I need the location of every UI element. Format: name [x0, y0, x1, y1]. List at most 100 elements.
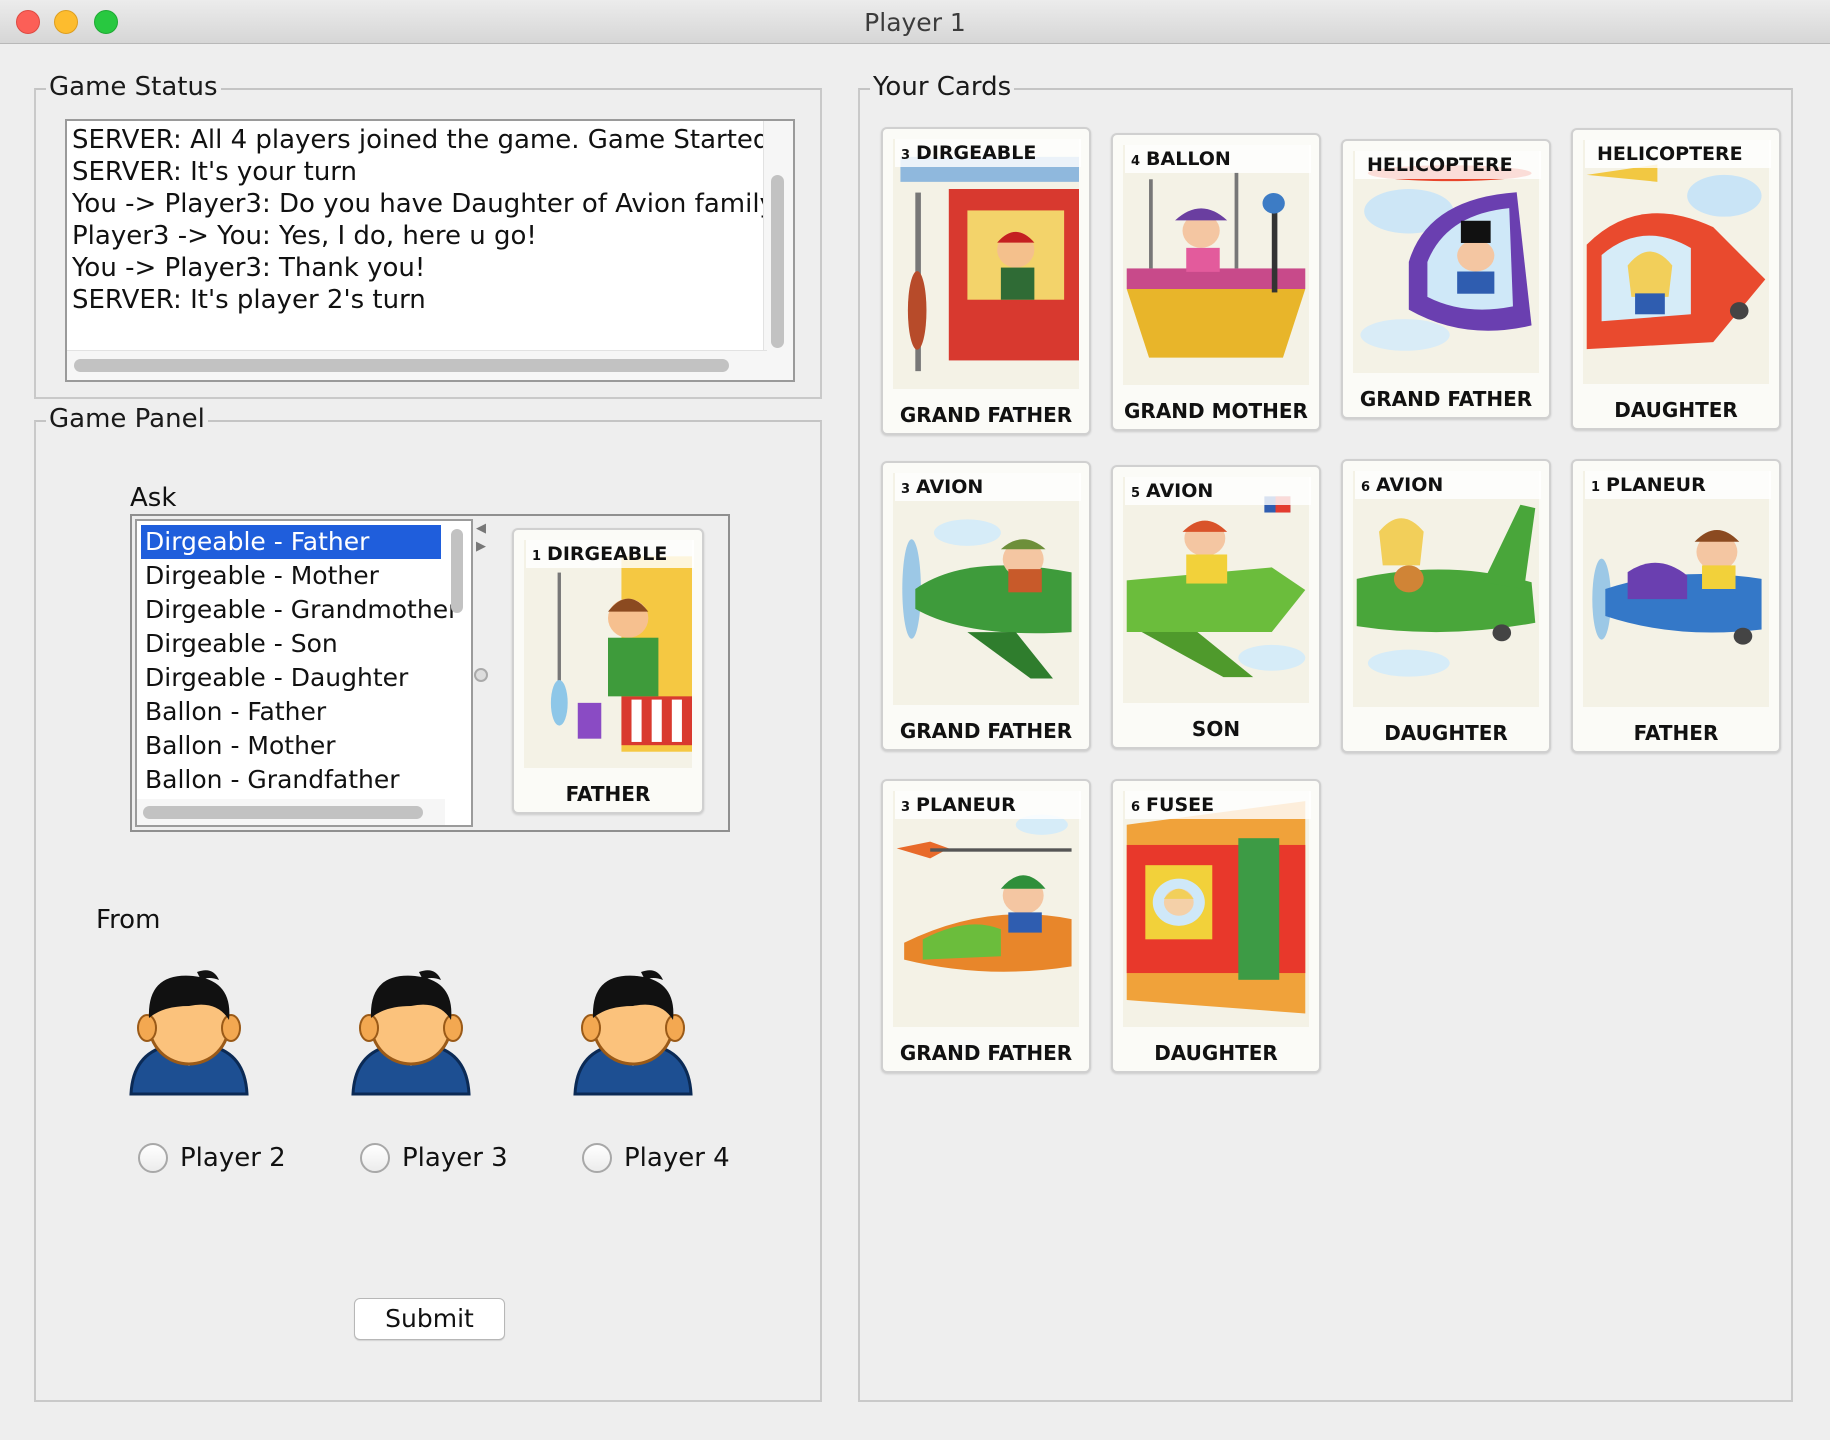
list-item[interactable]: Ballon - Grandfather [141, 763, 441, 797]
card-avion-son[interactable]: 5 AVION SON [1111, 465, 1321, 749]
status-line: SERVER: It's your turn [72, 157, 358, 187]
card-member-label: SON [1191, 717, 1241, 741]
card-planeur-father[interactable]: 1 PLANEUR FATHER [1571, 459, 1781, 753]
card-family-label: HELICOPTERE [1355, 151, 1541, 179]
card-family-label: 3 PLANEUR [895, 791, 1081, 819]
card-member-label: GRAND FATHER [899, 1041, 1073, 1065]
card-avion-grand-father[interactable]: 3 AVION GRAND FATHER [881, 461, 1091, 751]
card-member-label: FATHER [1633, 721, 1719, 745]
split-pane-divider-handle[interactable] [474, 668, 488, 682]
ask-list-items: Dirgeable - Father Dirgeable - Mother Di… [141, 525, 458, 797]
card-planeur-grand-father[interactable]: 3 PLANEUR GRAND FATHER [881, 779, 1091, 1073]
list-item[interactable]: Ballon - Father [141, 695, 441, 729]
ask-list-horizontal-scrollbar[interactable] [137, 799, 445, 825]
list-item[interactable]: Ballon - Mother [141, 729, 441, 763]
status-vertical-scroll-thumb[interactable] [771, 175, 784, 348]
card-family-label: 4 BALLON [1125, 145, 1311, 173]
card-member-label: DAUGHTER [1614, 398, 1738, 422]
card-family-label: 6 AVION [1355, 471, 1541, 499]
card-member-label: GRAND FATHER [899, 403, 1073, 427]
card-number: 1 [532, 549, 542, 564]
player-3-radio-label[interactable]: Player 3 [402, 1142, 508, 1174]
card-family: FUSEE [1146, 794, 1215, 816]
status-line: You -> Player3: Thank you! [72, 253, 426, 283]
card-family: HELICOPTERE [1367, 154, 1513, 176]
card-member-label: FATHER [565, 782, 651, 806]
card-number: 6 [1131, 800, 1141, 815]
card-number: 3 [901, 800, 911, 815]
card-dirgeable-grand-father[interactable]: 3 DIRGEABLE GRAND FATHER [881, 127, 1091, 435]
card-family: PLANEUR [1606, 474, 1706, 496]
player-4-radio-label[interactable]: Player 4 [624, 1142, 730, 1174]
card-number: 3 [901, 482, 911, 497]
card-illustration [524, 540, 692, 768]
player-2-radio[interactable] [138, 1143, 168, 1173]
card-number: 5 [1131, 486, 1141, 501]
game-panel-title: Game Panel [46, 402, 208, 436]
card-number: 1 [1591, 480, 1601, 495]
player-3-radio[interactable] [360, 1143, 390, 1173]
list-item[interactable]: Dirgeable - Son [141, 627, 441, 661]
card-illustration [1123, 145, 1309, 385]
card-family-label: 3 AVION [895, 473, 1081, 501]
list-item[interactable]: Dirgeable - Daughter [141, 661, 441, 695]
card-family-label: 1 PLANEUR [1585, 471, 1771, 499]
card-illustration [1583, 140, 1769, 384]
card-member-label: GRAND FATHER [899, 719, 1073, 743]
card-number: 6 [1361, 480, 1371, 495]
ask-list-horizontal-scroll-thumb[interactable] [143, 806, 423, 819]
card-number: 3 [901, 148, 911, 163]
card-family-label: 6 FUSEE [1125, 791, 1311, 819]
ask-label: Ask [130, 483, 177, 513]
card-illustration [1123, 477, 1309, 703]
game-status-title: Game Status [46, 70, 221, 104]
card-helicoptere-daughter[interactable]: HELICOPTERE DAUGHTER [1571, 128, 1781, 430]
status-line: SERVER: It's player 2's turn [72, 285, 426, 315]
card-ballon-grand-mother[interactable]: 4 BALLON GRAND MOTHER [1111, 133, 1321, 431]
status-line: SERVER: All 4 players joined the game. G… [72, 125, 770, 155]
status-horizontal-scroll-thumb[interactable] [74, 359, 729, 372]
title-bar: Player 1 [0, 0, 1830, 44]
card-illustration [1123, 791, 1309, 1027]
card-family-label: 3 DIRGEABLE [895, 139, 1081, 167]
card-illustration [1583, 471, 1769, 707]
card-illustration [893, 791, 1079, 1027]
ask-list-vertical-scroll-thumb[interactable] [451, 529, 463, 613]
card-family-label: HELICOPTERE [1585, 140, 1771, 168]
selected-card-preview: 1 DIRGEABLE FATHER [512, 528, 704, 814]
player-3-avatar-icon[interactable] [349, 966, 473, 1096]
card-family: AVION [1146, 480, 1214, 502]
card-family: AVION [916, 476, 984, 498]
list-item[interactable]: Dirgeable - Grandmother [141, 593, 458, 627]
player-2-radio-label[interactable]: Player 2 [180, 1142, 286, 1174]
list-item[interactable]: Dirgeable - Mother [141, 559, 441, 593]
status-line: You -> Player3: Do you have Daughter of … [72, 189, 789, 219]
list-item[interactable]: Dirgeable - Father [141, 525, 441, 559]
card-member-label: GRAND MOTHER [1124, 399, 1308, 423]
card-illustration [893, 473, 1079, 705]
status-vertical-scrollbar[interactable] [763, 121, 793, 380]
submit-button[interactable]: Submit [354, 1298, 505, 1340]
card-family-label: 1 DIRGEABLE [526, 540, 694, 568]
card-family: AVION [1376, 474, 1444, 496]
player-4-avatar-icon[interactable] [571, 966, 695, 1096]
card-family: DIRGEABLE [547, 543, 668, 565]
player-4-radio[interactable] [582, 1143, 612, 1173]
card-helicoptere-grand-father[interactable]: HELICOPTERE GRAND FATHER [1341, 139, 1551, 419]
card-member-label: GRAND FATHER [1359, 387, 1533, 411]
from-label: From [96, 905, 161, 935]
card-family: HELICOPTERE [1597, 143, 1743, 165]
card-number: 4 [1131, 154, 1141, 169]
card-fusee-daughter[interactable]: 6 FUSEE DAUGHTER [1111, 779, 1321, 1073]
player-2-avatar-icon[interactable] [127, 966, 251, 1096]
split-pane-arrows-icon[interactable]: ◀ ▶ [474, 520, 488, 560]
card-member-label: DAUGHTER [1384, 721, 1508, 745]
game-status-log[interactable]: SERVER: All 4 players joined the game. G… [65, 119, 795, 382]
ask-card-list[interactable]: Dirgeable - Father Dirgeable - Mother Di… [135, 519, 473, 827]
card-family: PLANEUR [916, 794, 1016, 816]
card-avion-daughter[interactable]: 6 AVION DAUGHTER [1341, 459, 1551, 753]
ask-split-pane: Dirgeable - Father Dirgeable - Mother Di… [130, 514, 730, 832]
card-illustration [1353, 471, 1539, 707]
card-family-label: 5 AVION [1125, 477, 1311, 505]
status-horizontal-scrollbar[interactable] [67, 350, 767, 380]
